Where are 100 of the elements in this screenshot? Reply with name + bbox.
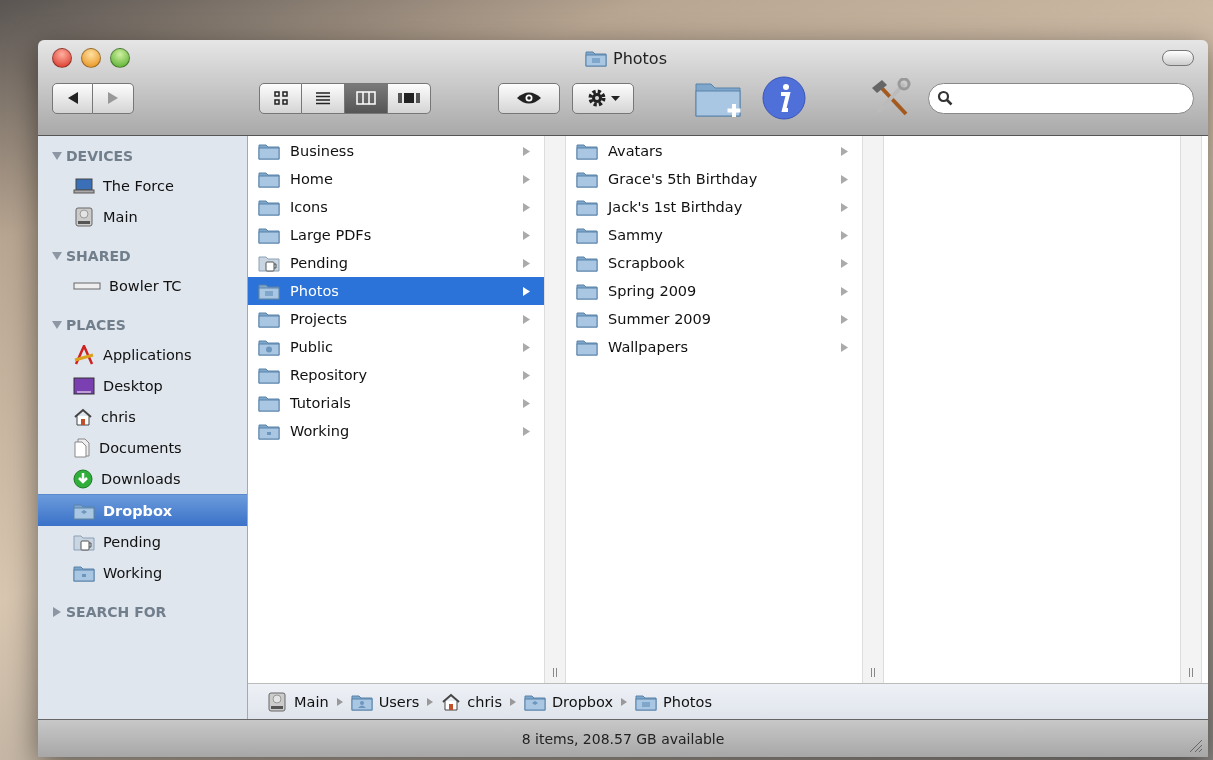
disclosure-arrow-icon: [841, 286, 848, 296]
collapse-triangle-icon[interactable]: [52, 151, 62, 161]
grid-icon: [273, 91, 288, 105]
resize-grip-icon[interactable]: [1188, 738, 1202, 752]
sidebar-item[interactable]: Applications: [38, 339, 247, 370]
column-item[interactable]: Business: [248, 137, 544, 165]
hard-drive-icon: [73, 206, 95, 227]
collapse-triangle-icon[interactable]: [52, 251, 62, 261]
path-item[interactable]: chris: [441, 692, 502, 711]
forward-button[interactable]: [93, 82, 134, 114]
column-item[interactable]: Grace's 5th Birthday: [566, 165, 862, 193]
column-item[interactable]: Summer 2009: [566, 305, 862, 333]
sidebar-item[interactable]: Downloads: [38, 463, 247, 494]
column-item[interactable]: Scrapbook: [566, 249, 862, 277]
column-item[interactable]: Jack's 1st Birthday: [566, 193, 862, 221]
column-item[interactable]: Avatars: [566, 137, 862, 165]
disclosure-arrow-icon: [841, 174, 848, 184]
house-icon: [441, 692, 462, 711]
column-item[interactable]: Icons: [248, 193, 544, 221]
column-item[interactable]: Repository: [248, 361, 544, 389]
action-menu-button[interactable]: [572, 82, 634, 114]
sidebar-item[interactable]: Working: [38, 557, 247, 588]
column-resize-handle[interactable]: [871, 668, 875, 677]
folder-icon: [576, 282, 598, 300]
expand-triangle-icon[interactable]: [52, 607, 62, 617]
path-item[interactable]: Dropbox: [523, 692, 614, 711]
document-folder-icon: [73, 563, 95, 582]
close-button[interactable]: [52, 48, 72, 68]
column-item[interactable]: Tutorials: [248, 389, 544, 417]
column-item[interactable]: Projects: [248, 305, 544, 333]
photo-folder-icon: [258, 282, 280, 300]
column-item[interactable]: Large PDFs: [248, 221, 544, 249]
hard-drive-icon: [266, 691, 288, 712]
sidebar-item[interactable]: Pending: [38, 526, 247, 557]
column-view-button[interactable]: [345, 82, 388, 114]
sidebar-item[interactable]: Documents: [38, 432, 247, 463]
sidebar-item[interactable]: Main: [38, 201, 247, 232]
list-view-button[interactable]: [302, 82, 345, 114]
path-separator-icon: [621, 697, 628, 706]
photo-folder-icon: [635, 692, 658, 711]
disclosure-arrow-icon: [523, 426, 530, 436]
path-item[interactable]: Users: [350, 692, 420, 711]
disclosure-arrow-icon: [523, 202, 530, 212]
disclosure-arrow-icon: [523, 398, 530, 408]
disclosure-arrow-icon: [523, 286, 530, 296]
folder-icon: [258, 198, 280, 216]
cup-folder-icon: [258, 254, 280, 272]
box-folder-icon: [73, 501, 95, 520]
status-text: 8 items, 208.57 GB available: [521, 730, 725, 747]
quick-look-button[interactable]: [498, 82, 560, 114]
column-item[interactable]: Pending: [248, 249, 544, 277]
cover-flow-button[interactable]: [388, 82, 431, 114]
disclosure-arrow-icon: [523, 230, 530, 240]
column-item[interactable]: Home: [248, 165, 544, 193]
column-item[interactable]: Sammy: [566, 221, 862, 249]
section-heading: PLACES: [66, 317, 126, 333]
folder-icon: [576, 310, 598, 328]
document-icon: [73, 437, 91, 458]
search-field[interactable]: [928, 82, 1194, 114]
path-item[interactable]: Main: [266, 691, 329, 712]
column-item[interactable]: Spring 2009: [566, 277, 862, 305]
column-item[interactable]: Wallpapers: [566, 333, 862, 361]
collapse-triangle-icon[interactable]: [52, 320, 62, 330]
sidebar-item[interactable]: Dropbox: [38, 494, 247, 526]
zoom-button[interactable]: [110, 48, 130, 68]
path-item[interactable]: Photos: [635, 692, 712, 711]
folder-icon: [576, 170, 598, 188]
column-item[interactable]: Photos: [248, 277, 544, 305]
sidebar-item[interactable]: The Force: [38, 170, 247, 201]
column-resize-handle[interactable]: [553, 668, 557, 677]
section-heading: SHARED: [66, 248, 131, 264]
folder-icon: [576, 254, 598, 272]
sidebar-item[interactable]: Desktop: [38, 370, 247, 401]
folder-icon: [258, 226, 280, 244]
column-resize-handle[interactable]: [1189, 668, 1193, 677]
disclosure-arrow-icon: [841, 146, 848, 156]
disclosure-arrow-icon: [523, 258, 530, 268]
back-button[interactable]: [52, 82, 93, 114]
folder-icon: [576, 198, 598, 216]
globe-folder-icon: [258, 338, 280, 356]
disclosure-arrow-icon: [523, 370, 530, 380]
house-icon: [73, 407, 93, 426]
disclosure-arrow-icon: [841, 314, 848, 324]
column-item[interactable]: Public: [248, 333, 544, 361]
toolbar-toggle-button[interactable]: [1162, 50, 1194, 66]
info-icon[interactable]: [762, 76, 806, 120]
minimize-button[interactable]: [81, 48, 101, 68]
folder-icon: [258, 394, 280, 412]
disclosure-arrow-icon: [841, 258, 848, 268]
column-item[interactable]: Working: [248, 417, 544, 445]
columns-icon: [356, 91, 376, 105]
download-icon: [73, 468, 93, 489]
folder-icon: [576, 226, 598, 244]
document-folder-icon: [258, 422, 280, 440]
sidebar-item[interactable]: Bowler TC: [38, 270, 247, 301]
cover-flow-icon: [397, 91, 421, 105]
icon-view-button[interactable]: [259, 82, 302, 114]
sidebar-item[interactable]: chris: [38, 401, 247, 432]
list-icon: [315, 91, 331, 105]
disclosure-arrow-icon: [523, 174, 530, 184]
